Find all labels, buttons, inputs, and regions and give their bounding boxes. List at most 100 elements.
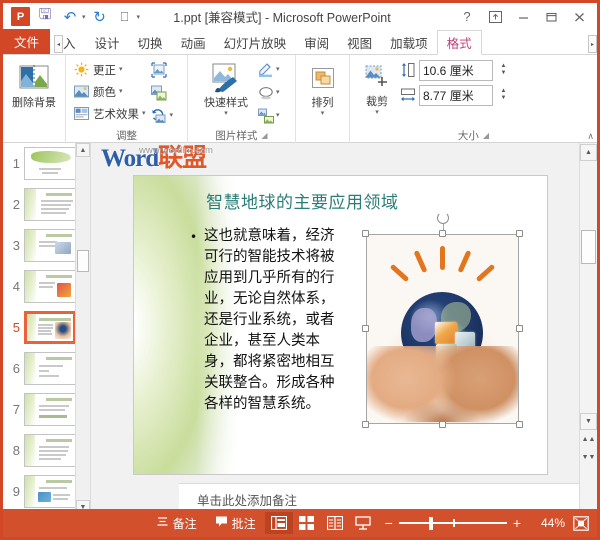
normal-view-button[interactable] <box>264 512 293 534</box>
picture-effects-button[interactable]: ▾ <box>257 82 280 103</box>
zoom-in-button[interactable]: + <box>513 516 521 530</box>
thumbnail-image[interactable] <box>24 147 76 180</box>
arrange-button[interactable]: 排列 ▾ <box>301 59 344 117</box>
change-picture-button[interactable] <box>151 82 174 103</box>
slide-show-button[interactable] <box>349 512 377 534</box>
corrections-dropdown-icon[interactable]: ▾ <box>119 66 123 73</box>
shape-width-spinner[interactable]: ▲ ▼ <box>498 88 509 102</box>
crop-dropdown-icon[interactable]: ▾ <box>375 109 379 116</box>
thumbnail-scroll-up-icon[interactable]: ▲ <box>76 143 90 157</box>
slide-vertical-scrollbar[interactable]: ▲ ▼ ▲▲ ▼▼ <box>579 143 597 514</box>
close-icon[interactable] <box>566 6 592 28</box>
picture-layout-dropdown-icon[interactable]: ▾ <box>276 112 280 119</box>
tab-file[interactable]: 文件 <box>3 29 51 54</box>
zoom-out-button[interactable]: − <box>385 516 393 530</box>
thumbnail-image[interactable] <box>24 475 76 508</box>
tab-slideshow[interactable]: 幻灯片放映 <box>215 30 296 54</box>
undo-dropdown-icon[interactable]: ▾ <box>82 13 86 21</box>
slide-canvas[interactable]: 智慧地球的主要应用领域 • 这也就意味着，经济可行的智能技术将被应用到几乎所有的… <box>133 175 548 475</box>
resize-handle-e[interactable] <box>516 325 523 332</box>
compress-pictures-button[interactable] <box>151 59 174 80</box>
zoom-control[interactable]: − + <box>377 516 529 530</box>
tab-insert[interactable]: 入 <box>63 30 86 54</box>
redo-icon[interactable]: ↻ <box>89 6 111 28</box>
reading-view-button[interactable] <box>321 512 349 534</box>
slide-picture-object[interactable] <box>362 212 523 428</box>
zoom-slider-handle[interactable] <box>428 516 433 530</box>
ribbon-display-options-icon[interactable] <box>482 6 508 28</box>
crop-button[interactable]: 裁剪 ▾ <box>355 58 399 116</box>
thumbnail-image[interactable] <box>24 270 76 303</box>
slide-title[interactable]: 智慧地球的主要应用领域 <box>206 188 399 213</box>
quick-styles-dropdown-icon[interactable]: ▾ <box>224 110 228 117</box>
thumbnail-image[interactable] <box>24 352 76 385</box>
tab-animations[interactable]: 动画 <box>172 30 215 54</box>
shape-height-spinner[interactable]: ▲ ▼ <box>498 63 509 77</box>
scroll-up-icon[interactable]: ▲ <box>580 144 597 161</box>
picture-effects-dropdown-icon[interactable]: ▾ <box>276 89 280 96</box>
shape-width-input[interactable]: 8.77 厘米 <box>419 84 493 106</box>
thumbnail-scrollbar[interactable]: ▲ ▼ <box>75 143 90 514</box>
restore-icon[interactable] <box>538 6 564 28</box>
tab-design[interactable]: 设计 <box>86 30 129 54</box>
shape-width-field[interactable]: 8.77 厘米 ▲ ▼ <box>399 84 509 106</box>
save-icon[interactable]: 🖫 <box>34 6 56 28</box>
thumbnail-scroll-track[interactable] <box>76 158 90 458</box>
tab-view[interactable]: 视图 <box>338 30 381 54</box>
tab-review[interactable]: 审阅 <box>295 30 338 54</box>
quick-styles-button[interactable]: 快速样式 ▾ <box>198 59 254 117</box>
scroll-thumb[interactable] <box>581 230 596 264</box>
thumbnail-image[interactable] <box>24 393 76 426</box>
arrange-dropdown-icon[interactable]: ▾ <box>321 110 325 117</box>
corrections-button[interactable]: 更正 ▾ <box>71 59 148 80</box>
tab-format[interactable]: 格式 <box>436 30 482 55</box>
thumbnail-image[interactable] <box>24 311 76 344</box>
picture-border-dropdown-icon[interactable]: ▾ <box>276 66 280 73</box>
reset-picture-dropdown-icon[interactable]: ▾ <box>170 112 174 119</box>
resize-handle-n[interactable] <box>439 230 446 237</box>
artistic-effects-button[interactable]: 艺术效果 ▾ <box>71 103 148 124</box>
resize-handle-nw[interactable] <box>362 230 369 237</box>
start-slideshow-icon[interactable]: ⎕ <box>114 6 136 28</box>
picture-border-button[interactable]: ▾ <box>257 59 280 80</box>
color-button[interactable]: 颜色 ▾ <box>71 81 148 102</box>
notes-button[interactable]: 备注 <box>147 509 206 537</box>
picture-layout-button[interactable]: ▾ <box>257 105 280 126</box>
resize-handle-sw[interactable] <box>362 421 369 428</box>
next-slide-icon[interactable]: ▼▼ <box>580 449 597 466</box>
undo-icon[interactable]: ↶ <box>59 6 81 28</box>
minimize-icon[interactable] <box>510 6 536 28</box>
rotate-handle[interactable] <box>436 212 449 224</box>
tab-scroll-right-icon[interactable]: ▸ <box>588 35 597 53</box>
scroll-down-icon[interactable]: ▼ <box>580 413 597 430</box>
scroll-track[interactable] <box>580 162 597 417</box>
resize-handle-se[interactable] <box>516 421 523 428</box>
artistic-effects-dropdown-icon[interactable]: ▾ <box>142 110 146 117</box>
slide-sorter-view-button[interactable] <box>293 512 321 534</box>
fit-to-window-button[interactable] <box>565 515 597 531</box>
tab-addins[interactable]: 加载项 <box>381 30 437 54</box>
size-dialog-launcher[interactable]: ◢ <box>483 131 489 140</box>
collapse-ribbon-icon[interactable]: ∧ <box>587 131 594 142</box>
reset-picture-button[interactable]: ▾ <box>151 105 174 126</box>
picture-styles-dialog-launcher[interactable]: ◢ <box>261 131 267 140</box>
resize-handle-s[interactable] <box>439 421 446 428</box>
shape-height-input[interactable]: 10.6 厘米 <box>419 59 493 81</box>
tab-transitions[interactable]: 切换 <box>129 30 172 54</box>
slide-thumbnail-panel[interactable]: 1 2 3 4 5 6 7 8 9 ▲ ▼ <box>3 143 91 514</box>
help-icon[interactable]: ? <box>454 6 480 28</box>
slide-body-placeholder[interactable]: • 这也就意味着，经济可行的智能技术将被应用到几乎所有的行业，无论自然体系，还是… <box>190 226 335 415</box>
comments-button[interactable]: 批注 <box>206 509 265 537</box>
tab-scroll-left-icon[interactable]: ◂ <box>54 35 64 53</box>
thumbnail-image[interactable] <box>24 229 76 262</box>
zoom-level-label[interactable]: 44% <box>529 516 565 530</box>
resize-handle-w[interactable] <box>362 325 369 332</box>
resize-handle-ne[interactable] <box>516 230 523 237</box>
previous-slide-icon[interactable]: ▲▲ <box>580 431 597 448</box>
remove-background-button[interactable]: 删除背景 <box>8 59 60 109</box>
slide-edit-area[interactable]: 智慧地球的主要应用领域 • 这也就意味着，经济可行的智能技术将被应用到几乎所有的… <box>91 143 597 514</box>
thumbnail-scroll-thumb[interactable] <box>77 250 89 272</box>
shape-height-field[interactable]: 10.6 厘米 ▲ ▼ <box>399 59 509 81</box>
thumbnail-image[interactable] <box>24 188 76 221</box>
zoom-slider[interactable] <box>398 516 507 530</box>
